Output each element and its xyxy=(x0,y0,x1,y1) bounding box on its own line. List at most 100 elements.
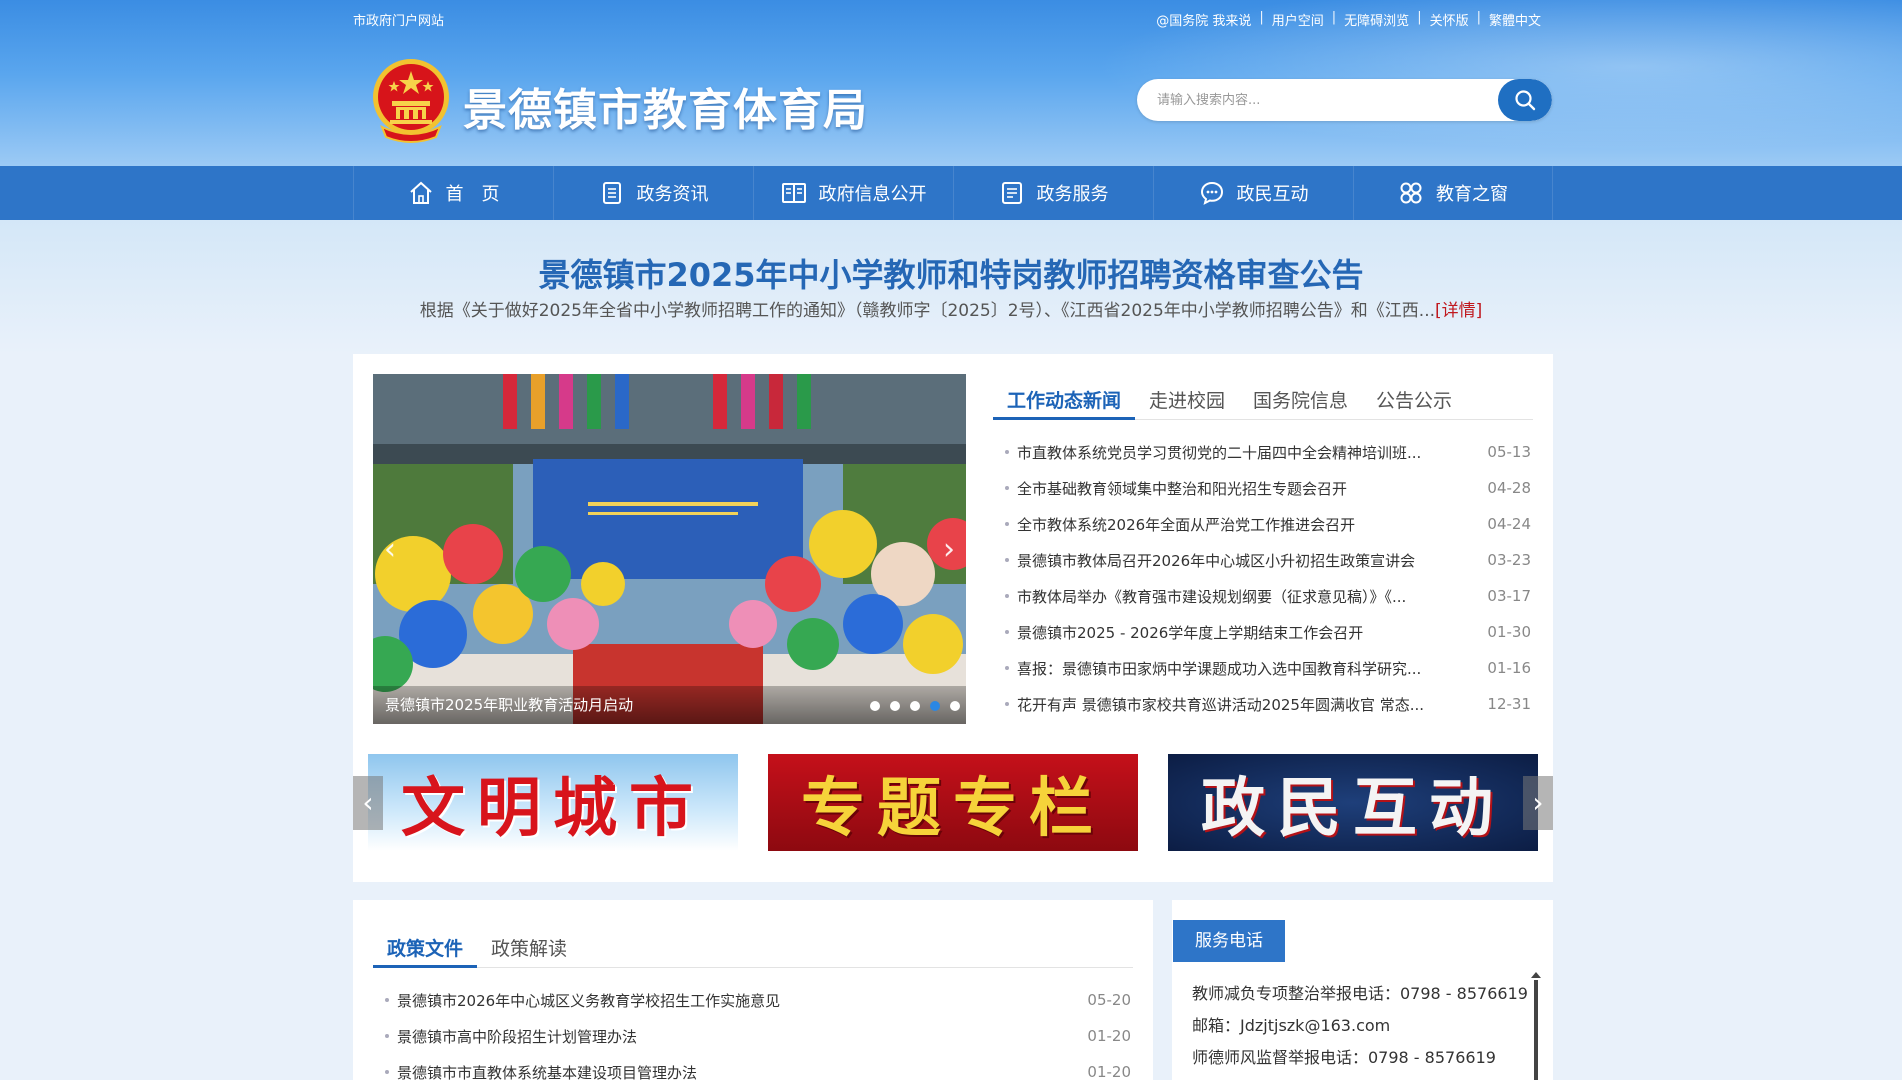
banner-next-button[interactable]: › xyxy=(1523,776,1553,830)
news-item[interactable]: 喜报：景德镇市田家炳中学课题成功入选中国教育科学研究... 01-16 xyxy=(993,650,1533,686)
news-item-date: 03-23 xyxy=(1487,551,1531,569)
news-section: 工作动态新闻 走进校园 国务院信息 公告公示 市直教体系统党员学习贯彻党的二十届… xyxy=(993,374,1533,722)
topbar-link-user-space[interactable]: 用户空间 xyxy=(1264,10,1332,29)
banner-strip: 文明城市 专题专栏 政民互动 ‹ › xyxy=(353,754,1553,854)
carousel-prev-button[interactable]: ‹ xyxy=(379,534,401,566)
site-header: 市政府门户网站 @国务院 我来说 | 用户空间 | 无障碍浏览 | 关怀版 | … xyxy=(0,0,1902,166)
topbar-link-accessibility[interactable]: 无障碍浏览 xyxy=(1336,10,1417,29)
news-item[interactable]: 花开有声 景德镇市家校共育巡讲活动2025年圆满收官 常态... 12-31 xyxy=(993,686,1533,722)
policy-item[interactable]: 景德镇市高中阶段招生计划管理办法 01-20 xyxy=(373,1018,1133,1054)
search-input[interactable] xyxy=(1137,79,1497,121)
service-phone-line: 教师减负专项整治举报电话：0798 - 8576619 xyxy=(1192,984,1528,1003)
nav-item-label: 政务资讯 xyxy=(636,184,709,205)
national-emblem-icon xyxy=(373,59,449,143)
announcement-details-link[interactable]: [详情] xyxy=(1435,301,1482,321)
announcement-summary: 根据《关于做好2025年全省中小学教师招聘工作的通知》（赣教师字〔2025〕2号… xyxy=(419,301,1436,321)
nav-item-services[interactable]: 政务服务 xyxy=(953,166,1153,220)
policy-item[interactable]: 景德镇市市直教体系统基本建设项目管理办法 01-20 xyxy=(373,1054,1133,1080)
nav-item-info-disclosure[interactable]: 政府信息公开 xyxy=(753,166,953,220)
nav-item-label: 政民互动 xyxy=(1236,184,1309,205)
news-item-date: 12-31 xyxy=(1487,695,1531,713)
service-phone-title: 服务电话 xyxy=(1173,920,1285,962)
search-box xyxy=(1137,79,1552,121)
main-nav: 首 页 政务资讯 政府信息公开 政务服务 政民互动 教育之窗 xyxy=(0,166,1902,220)
news-item-title: 喜报：景德镇市田家炳中学课题成功入选中国教育科学研究... xyxy=(993,658,1421,679)
carousel-dot[interactable] xyxy=(910,701,920,711)
announcement: 景德镇市2025年中小学教师和特岗教师招聘资格审查公告 根据《关于做好2025年… xyxy=(0,220,1902,354)
policy-section: 政策文件 政策解读 景德镇市2026年中心城区义务教育学校招生工作实施意见 05-… xyxy=(353,900,1153,1080)
tab-work-news[interactable]: 工作动态新闻 xyxy=(993,374,1136,420)
site-title: 景德镇市教育体育局 xyxy=(463,85,868,136)
service-phone-list: 教师减负专项整治举报电话：0798 - 8576619 邮箱：Jdzjtjszk… xyxy=(1192,978,1532,1074)
news-item-title: 全市教体系统2026年全面从严治党工作推进会召开 xyxy=(993,514,1355,535)
grid-circles-icon xyxy=(1400,182,1422,204)
main-panel: ‹ › 景德镇市2025年职业教育活动月启动 工作动态新闻 走进校园 国务院信息… xyxy=(353,354,1553,882)
scroll-up-arrow[interactable] xyxy=(1531,972,1541,978)
news-list: 市直教体系统党员学习贯彻党的二十届四中全会精神培训班... 05-13 全市基础教… xyxy=(993,434,1533,722)
banner-interaction[interactable]: 政民互动 xyxy=(1168,754,1538,851)
policy-item-date: 01-20 xyxy=(1087,1027,1131,1045)
banner-prev-button[interactable]: ‹ xyxy=(353,776,383,830)
carousel-dot[interactable] xyxy=(950,701,960,711)
policy-item-date: 01-20 xyxy=(1087,1063,1131,1080)
banner-special-topics[interactable]: 专题专栏 xyxy=(768,754,1138,851)
carousel-next-button[interactable]: › xyxy=(938,534,960,566)
news-item-date: 04-24 xyxy=(1487,515,1531,533)
tab-state-council[interactable]: 国务院信息 xyxy=(1239,374,1362,420)
list-document-icon xyxy=(1001,182,1022,204)
topbar-links: @国务院 我来说 | 用户空间 | 无障碍浏览 | 关怀版 | 繁體中文 xyxy=(1148,10,1549,29)
nav-item-news[interactable]: 政务资讯 xyxy=(553,166,753,220)
announcement-title[interactable]: 景德镇市2025年中小学教师和特岗教师招聘资格审查公告 xyxy=(0,250,1902,296)
portal-link[interactable]: 市政府门户网站 xyxy=(353,10,444,29)
topbar-divider: | xyxy=(1417,10,1422,25)
book-open-icon xyxy=(781,183,806,203)
carousel-dot[interactable] xyxy=(870,701,880,711)
news-item-date: 03-17 xyxy=(1487,587,1531,605)
banner-label: 文明城市 xyxy=(401,770,705,846)
news-item[interactable]: 市教体局举办《教育强市建设规划纲要（征求意见稿）》《... 03-17 xyxy=(993,578,1533,614)
carousel-dot-active[interactable] xyxy=(930,701,940,711)
service-scrollbar[interactable] xyxy=(1534,980,1538,1080)
topbar-link-weibo[interactable]: @国务院 我来说 xyxy=(1148,10,1259,29)
announcement-body: 根据《关于做好2025年全省中小学教师招聘工作的通知》（赣教师字〔2025〕2号… xyxy=(0,296,1902,321)
service-email-line: 邮箱：Jdzjtjszk@163.com xyxy=(1192,1016,1391,1035)
nav-item-label: 首 页 xyxy=(445,184,500,205)
nav-item-label: 教育之窗 xyxy=(1436,184,1508,205)
photo-carousel[interactable]: ‹ › 景德镇市2025年职业教育活动月启动 xyxy=(373,374,966,724)
policy-item-title: 景德镇市市直教体系统基本建设项目管理办法 xyxy=(373,1062,697,1080)
news-item-title: 市教体局举办《教育强市建设规划纲要（征求意见稿）》《... xyxy=(993,586,1406,607)
service-phone-line: 师德师风监督举报电话：0798 - 8576619 xyxy=(1192,1048,1496,1067)
banner-civilized-city[interactable]: 文明城市 xyxy=(368,754,738,851)
news-item[interactable]: 景德镇市教体局召开2026年中心城区小升初招生政策宣讲会 03-23 xyxy=(993,542,1533,578)
tab-campus[interactable]: 走进校园 xyxy=(1135,374,1239,420)
policy-item-date: 05-20 xyxy=(1087,991,1131,1009)
news-item[interactable]: 市直教体系统党员学习贯彻党的二十届四中全会精神培训班... 05-13 xyxy=(993,434,1533,470)
nav-item-home[interactable]: 首 页 xyxy=(353,166,553,220)
news-item[interactable]: 景德镇市2025 - 2026学年度上学期结束工作会召开 01-30 xyxy=(993,614,1533,650)
news-item[interactable]: 全市教体系统2026年全面从严治党工作推进会召开 04-24 xyxy=(993,506,1533,542)
carousel-dots xyxy=(870,701,960,711)
search-button[interactable] xyxy=(1498,79,1552,121)
policy-item[interactable]: 景德镇市2026年中心城区义务教育学校招生工作实施意见 05-20 xyxy=(373,982,1133,1018)
policy-item-title: 景德镇市2026年中心城区义务教育学校招生工作实施意见 xyxy=(373,990,780,1011)
nav-item-label: 政府信息公开 xyxy=(818,184,927,205)
carousel-dot[interactable] xyxy=(890,701,900,711)
news-item-title: 花开有声 景德镇市家校共育巡讲活动2025年圆满收官 常态... xyxy=(993,694,1424,715)
tab-notices[interactable]: 公告公示 xyxy=(1362,374,1466,420)
news-item-title: 景德镇市教体局召开2026年中心城区小升初招生政策宣讲会 xyxy=(993,550,1415,571)
nav-item-interaction[interactable]: 政民互动 xyxy=(1153,166,1353,220)
policy-list: 景德镇市2026年中心城区义务教育学校招生工作实施意见 05-20 景德镇市高中阶… xyxy=(373,982,1133,1080)
topbar-link-traditional-chinese[interactable]: 繁體中文 xyxy=(1481,10,1549,29)
nav-item-education-window[interactable]: 教育之窗 xyxy=(1353,166,1553,220)
banner-label: 政民互动 xyxy=(1201,770,1505,846)
news-item-title: 景德镇市2025 - 2026学年度上学期结束工作会召开 xyxy=(993,622,1363,643)
topbar-divider: | xyxy=(1331,10,1337,25)
home-icon xyxy=(409,181,432,204)
news-item[interactable]: 全市基础教育领域集中整治和阳光招生专题会召开 04-28 xyxy=(993,470,1533,506)
tab-policy-interpretation[interactable]: 政策解读 xyxy=(477,922,581,968)
tab-policy-documents[interactable]: 政策文件 xyxy=(373,922,478,968)
news-item-date: 01-16 xyxy=(1487,659,1531,677)
topbar-link-care-version[interactable]: 关怀版 xyxy=(1422,10,1477,29)
policy-tabs: 政策文件 政策解读 xyxy=(373,922,1133,968)
news-item-date: 04-28 xyxy=(1487,479,1531,497)
